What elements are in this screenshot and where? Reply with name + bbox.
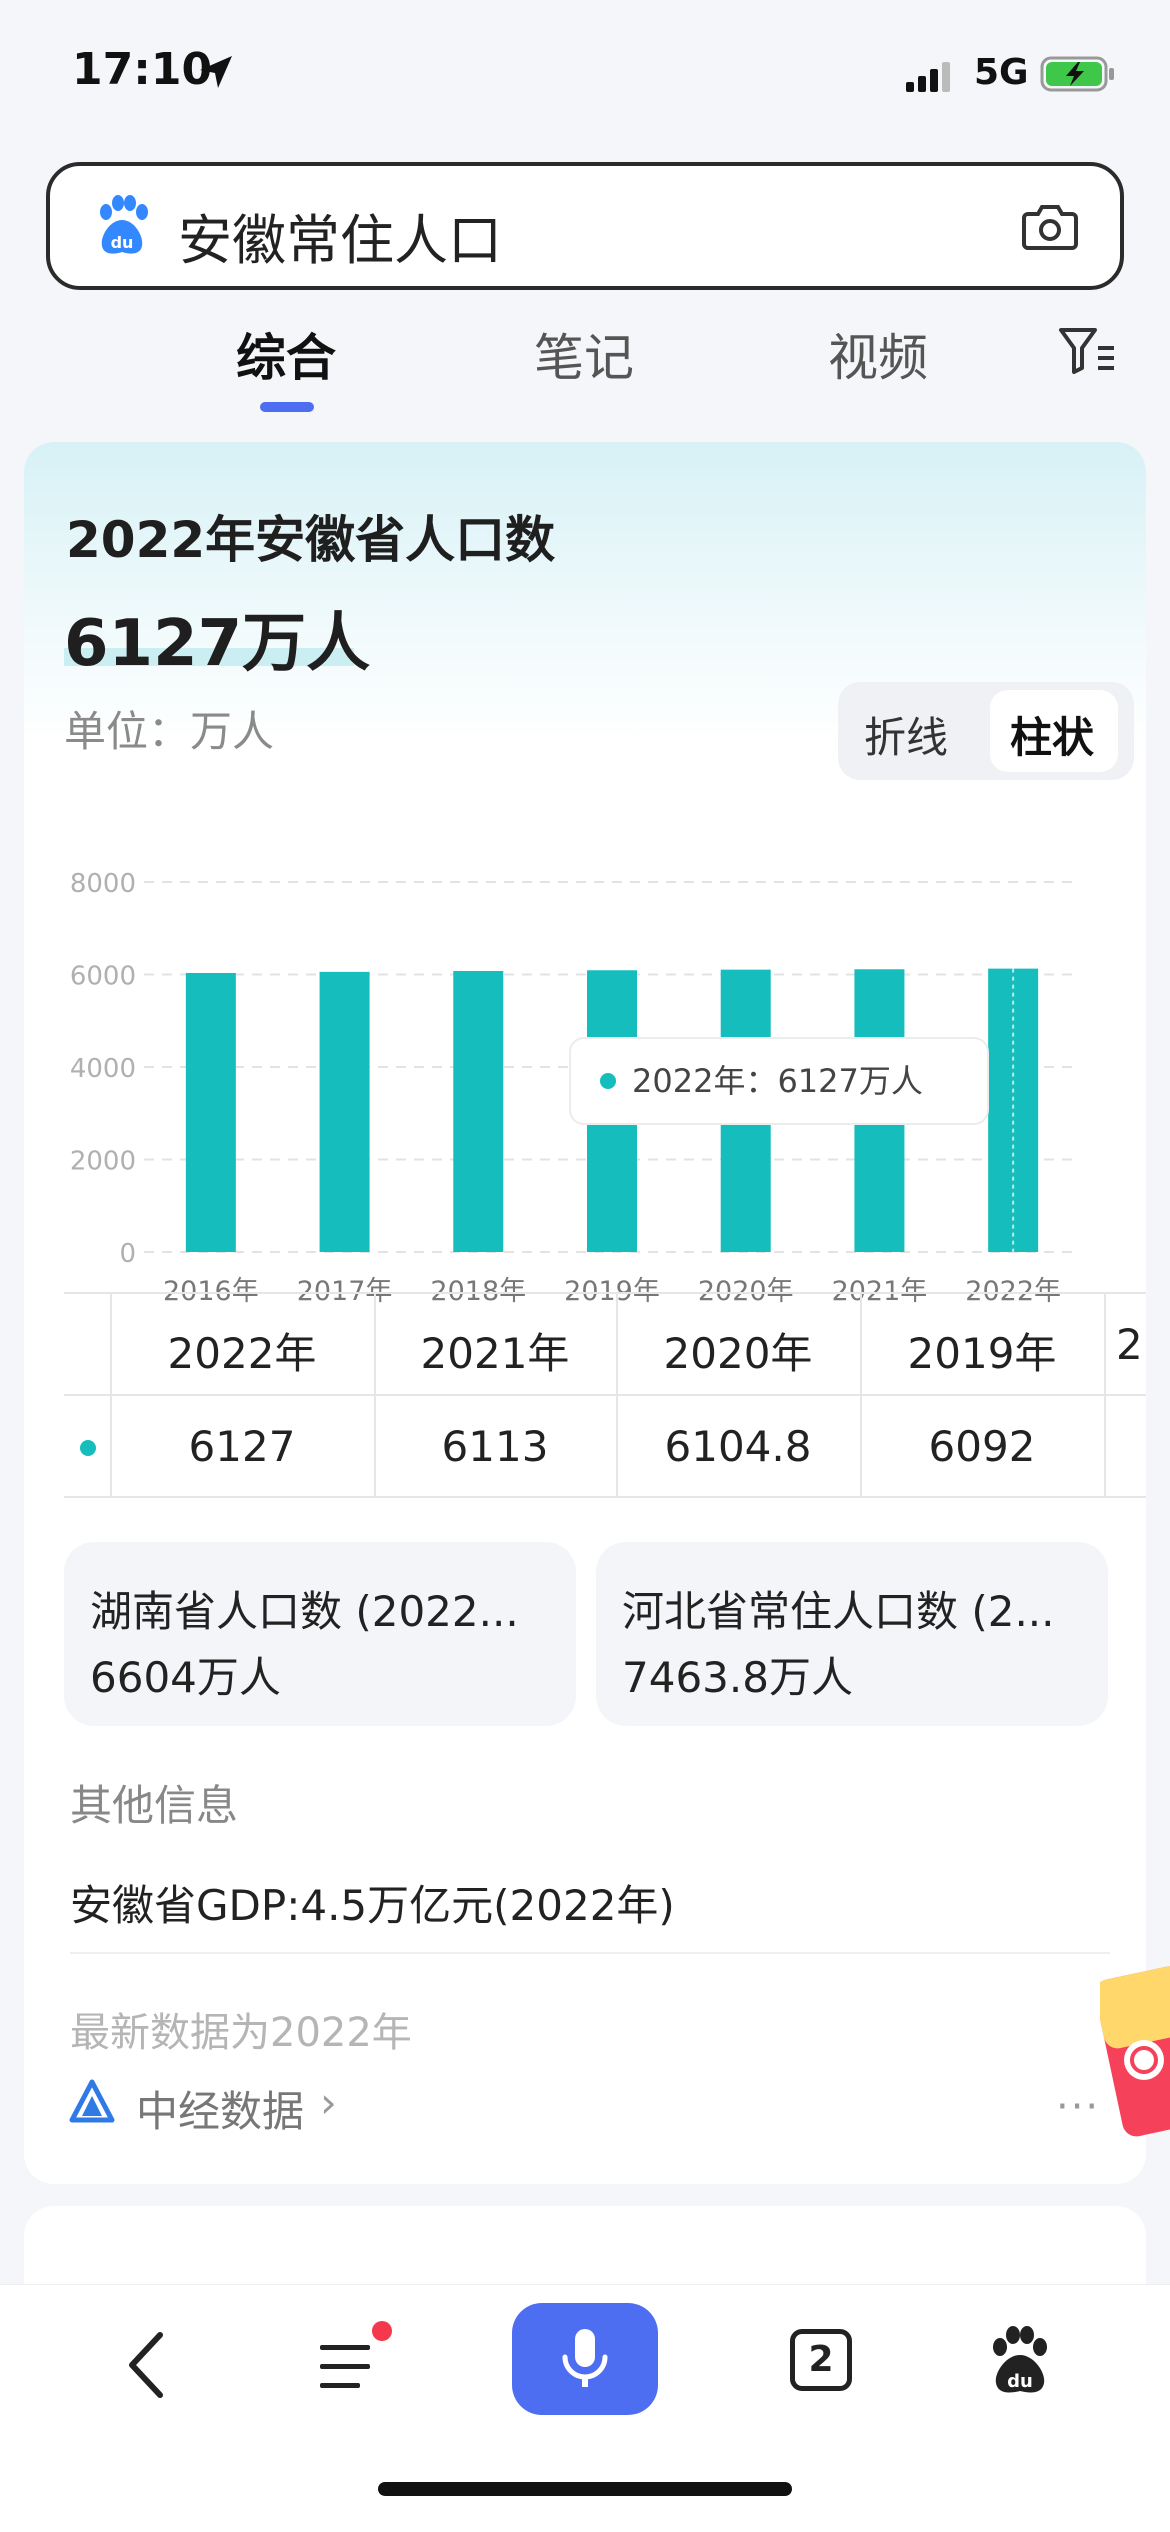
related-value: 7463.8万人 — [622, 1653, 853, 1702]
series-dot — [80, 1440, 96, 1456]
notification-dot — [372, 2321, 392, 2341]
menu-icon[interactable] — [318, 2335, 382, 2397]
table-cell: 6104.8 — [664, 1422, 812, 1471]
population-value: 6127万人 — [64, 607, 371, 681]
status-time: 17:10 — [72, 44, 213, 95]
tab-videos[interactable]: 视频 — [828, 318, 928, 390]
search-box[interactable]: du 安徽常住人口 — [46, 162, 1124, 290]
svg-text:du: du — [1007, 2371, 1033, 2392]
svg-text:du: du — [111, 233, 134, 252]
y-tick-label: 8000 — [70, 869, 136, 899]
chart-type-toggle: 折线 柱状 — [838, 682, 1134, 780]
baidu-home-icon[interactable]: du — [988, 2325, 1052, 2397]
camera-icon[interactable] — [1020, 196, 1080, 256]
tab-comprehensive[interactable]: 综合 — [236, 318, 336, 390]
related-card-hunan[interactable]: 湖南省人口数 (2022... 6604万人 — [64, 1542, 576, 1726]
y-tick-label: 2000 — [70, 1147, 136, 1177]
tooltip-text: 2022年：6127万人 — [632, 1062, 923, 1100]
signal-icon — [906, 62, 950, 92]
table-header: 2021年 — [420, 1329, 570, 1378]
related-value: 6604万人 — [90, 1653, 281, 1702]
related-card-hebei[interactable]: 河北省常住人口数 (2... 7463.8万人 — [596, 1542, 1108, 1726]
source-link[interactable]: 中经数据 — [136, 2078, 304, 2139]
network-label: 5G — [974, 52, 1029, 93]
table-header: 2022年 — [167, 1329, 317, 1378]
battery-charging-icon — [1040, 56, 1114, 92]
card-title: 2022年安徽省人口数 — [66, 511, 556, 569]
bar — [453, 970, 504, 1252]
table-header: 2020年 — [663, 1329, 813, 1378]
tooltip-dot — [600, 1073, 616, 1089]
bar — [319, 971, 370, 1252]
location-arrow-icon — [200, 56, 232, 88]
related-title: 河北省常住人口数 (2... — [622, 1587, 1055, 1636]
table-header: 2 — [1116, 1320, 1143, 1369]
tabs-count-button[interactable]: 2 — [790, 2329, 852, 2391]
table-header: 2019年 — [907, 1329, 1057, 1378]
table-cell: 6127 — [188, 1422, 296, 1471]
tab-notes[interactable]: 笔记 — [534, 318, 634, 390]
search-input[interactable]: 安徽常住人口 — [178, 196, 502, 275]
filter-icon[interactable] — [1058, 326, 1116, 376]
bar — [185, 972, 236, 1252]
population-card: 2022年安徽省人口数 6127万人 单位：万人 折线 柱状 0 2000 4000… — [24, 442, 1146, 2184]
related-title: 湖南省人口数 (2022... — [90, 1587, 519, 1636]
toggle-line[interactable]: 折线 — [864, 704, 948, 765]
table-cell: 6113 — [441, 1422, 549, 1471]
y-tick-label: 6000 — [70, 962, 136, 992]
data-table: 2022年 2021年 2020年 2019年 2 6127 6113 6104… — [64, 1292, 1146, 1498]
table-cell: 6092 — [928, 1422, 1036, 1471]
active-tab-indicator — [260, 402, 314, 412]
other-info-item[interactable]: 安徽省GDP:4.5万亿元(2022年) — [70, 1872, 675, 1933]
divider — [70, 1952, 1110, 1954]
other-info-title: 其他信息 — [70, 1781, 239, 1830]
unit-label: 单位：万人 — [64, 707, 275, 756]
red-packet-icon[interactable] — [1100, 1962, 1170, 2162]
voice-search-button[interactable] — [512, 2303, 658, 2415]
chevron-right-icon: › — [320, 2078, 337, 2127]
baidu-paw-icon: du — [100, 195, 148, 254]
y-tick-label: 4000 — [70, 1054, 136, 1084]
toggle-bar[interactable]: 柱状 — [1010, 704, 1094, 765]
more-icon[interactable]: ··· — [1056, 2084, 1100, 2130]
back-arrow-icon[interactable] — [118, 2325, 178, 2405]
latest-data-note: 最新数据为2022年 — [70, 2010, 412, 2056]
y-tick-label: 0 — [119, 1239, 136, 1269]
microphone-icon — [562, 2329, 608, 2387]
source-logo-icon — [69, 2079, 115, 2123]
home-indicator — [378, 2482, 792, 2496]
